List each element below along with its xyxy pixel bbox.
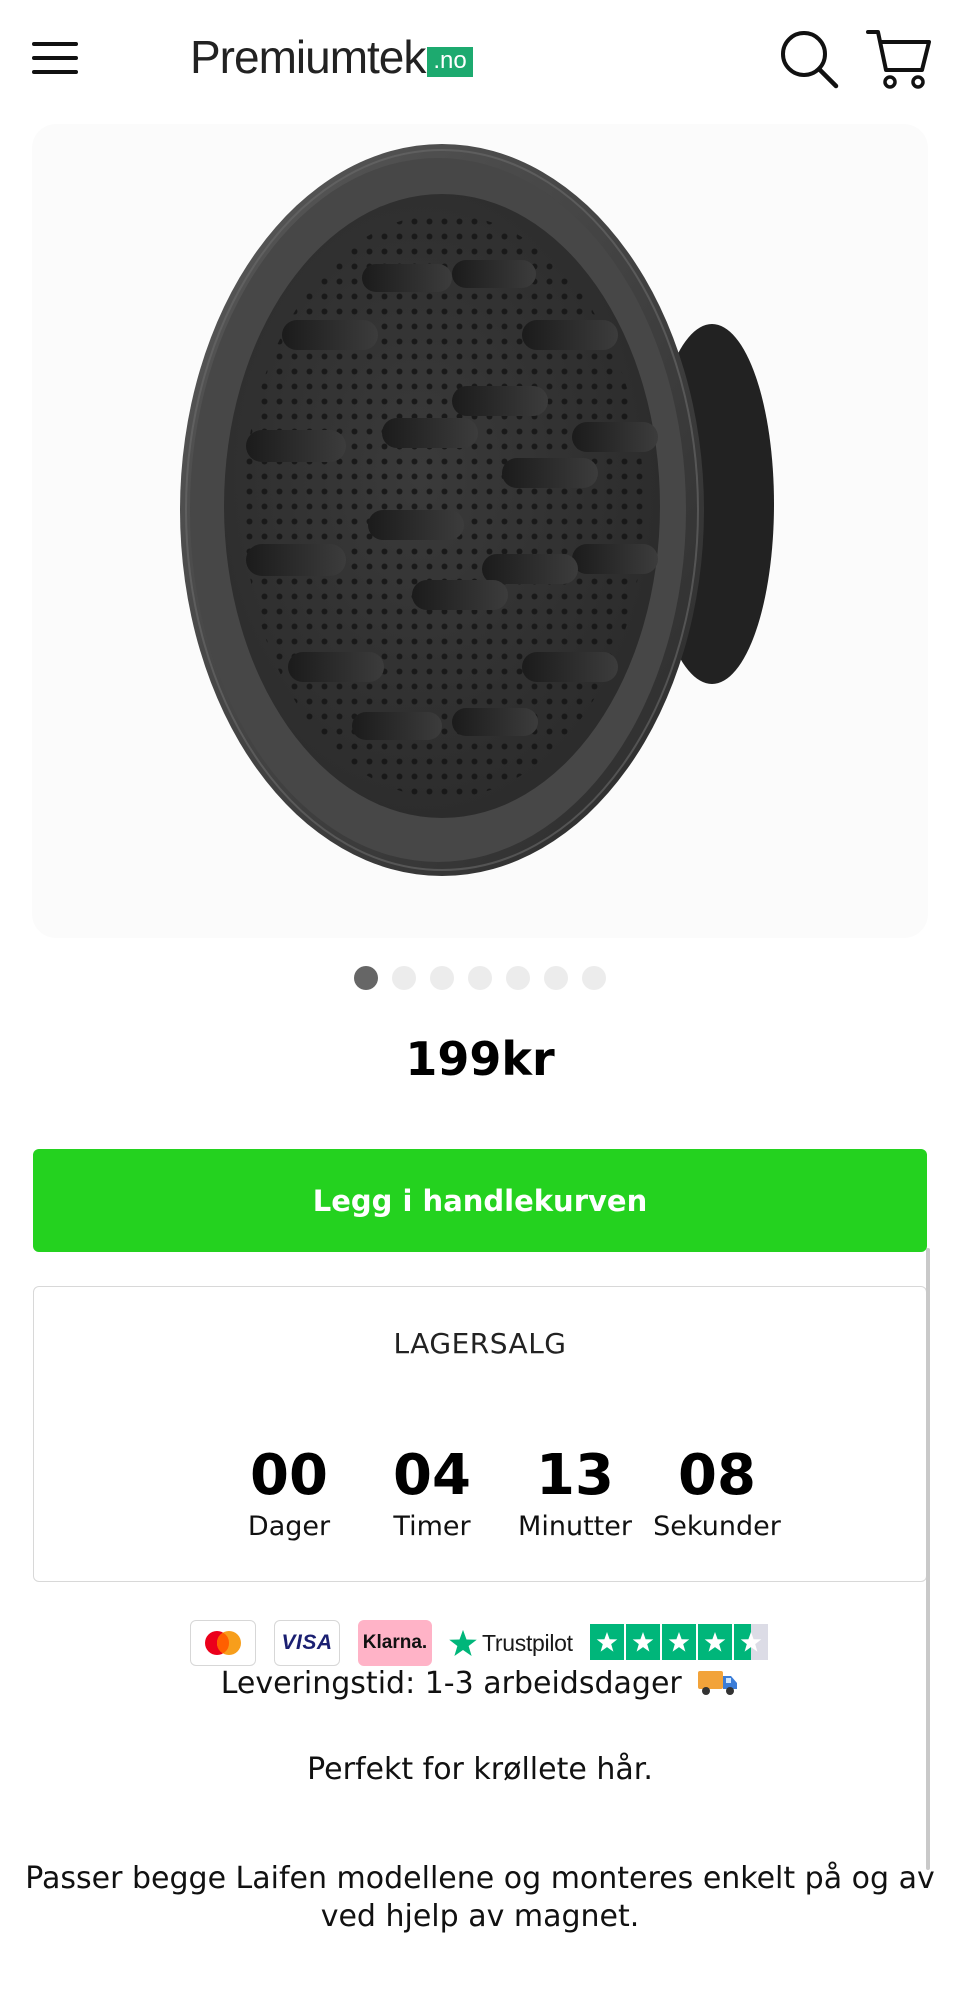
gallery-dot-6[interactable]	[543, 966, 568, 990]
logo-badge: .no	[427, 47, 473, 77]
klarna-label: Klarna.	[362, 1632, 428, 1653]
countdown-hours: 04 Timer	[362, 1443, 502, 1543]
product-price: 199kr	[405, 1032, 555, 1086]
rating-star-icon	[590, 1624, 624, 1660]
delivery-truck-icon	[697, 1667, 739, 1705]
site-logo[interactable]: Premiumtek .no	[190, 31, 473, 83]
visa-icon: VISA	[274, 1620, 340, 1666]
countdown-days-label: Dager	[247, 1511, 331, 1542]
visa-label: VISA	[281, 1631, 333, 1654]
add-to-cart-button[interactable]: Legg i handlekurven	[33, 1149, 927, 1252]
trustpilot-rating-stars	[590, 1624, 768, 1660]
sale-title: LAGERSALG	[393, 1327, 567, 1360]
gallery-dot-1[interactable]	[353, 966, 378, 990]
sale-countdown-box: LAGERSALG 00 Dager 04 Timer 13 Minutter …	[33, 1286, 927, 1582]
trustpilot-label: Trustpilot	[482, 1629, 573, 1656]
countdown-hours-value: 04	[393, 1443, 471, 1508]
countdown-hours-label: Timer	[393, 1511, 471, 1542]
trustpilot-star-icon	[449, 1629, 477, 1656]
logo-text: Premiumtek	[190, 31, 426, 83]
payment-methods: VISA Klarna. Trustpilot	[188, 1620, 788, 1666]
rating-star-icon	[626, 1624, 660, 1660]
countdown-days-value: 00	[250, 1443, 328, 1508]
rating-star-icon	[698, 1624, 732, 1660]
countdown-seconds-value: 08	[678, 1443, 756, 1508]
gallery-dot-7[interactable]	[581, 966, 606, 990]
delivery-text: Leveringstid: 1-3 arbeidsdager	[220, 1666, 682, 1701]
product-image[interactable]	[32, 124, 928, 938]
countdown-minutes-label: Minutter	[518, 1511, 632, 1542]
rating-half-star-icon	[734, 1624, 768, 1660]
rating-star-icon	[662, 1624, 696, 1660]
countdown-minutes-value: 13	[536, 1443, 614, 1508]
klarna-icon: Klarna.	[358, 1620, 432, 1666]
countdown-timer: 00 Dager 04 Timer 13 Minutter 08 Sekunde…	[219, 1445, 819, 1555]
product-description-short: Perfekt for krøllete hår.	[307, 1752, 653, 1787]
countdown-seconds: 08 Sekunder	[647, 1443, 787, 1543]
product-description-compat: Passer begge Laifen modellene og montere…	[25, 1861, 935, 1934]
countdown-minutes: 13 Minutter	[505, 1443, 645, 1543]
gallery-pagination	[0, 966, 960, 996]
gallery-dot-2[interactable]	[391, 966, 416, 990]
search-icon[interactable]	[778, 28, 840, 90]
gallery-dot-5[interactable]	[505, 966, 530, 990]
hamburger-menu-icon[interactable]	[32, 38, 80, 78]
gallery-dot-3[interactable]	[429, 966, 454, 990]
delivery-info: Leveringstid: 1-3 arbeidsdager	[0, 1666, 960, 1705]
site-header: Premiumtek .no	[0, 0, 960, 120]
countdown-days: 00 Dager	[219, 1443, 359, 1543]
cart-icon[interactable]	[866, 26, 932, 90]
trustpilot-badge[interactable]: Trustpilot	[448, 1622, 768, 1664]
countdown-seconds-label: Sekunder	[653, 1511, 781, 1542]
gallery-dot-4[interactable]	[467, 966, 492, 990]
scrollbar[interactable]	[926, 1248, 930, 1870]
mastercard-icon	[190, 1620, 256, 1666]
